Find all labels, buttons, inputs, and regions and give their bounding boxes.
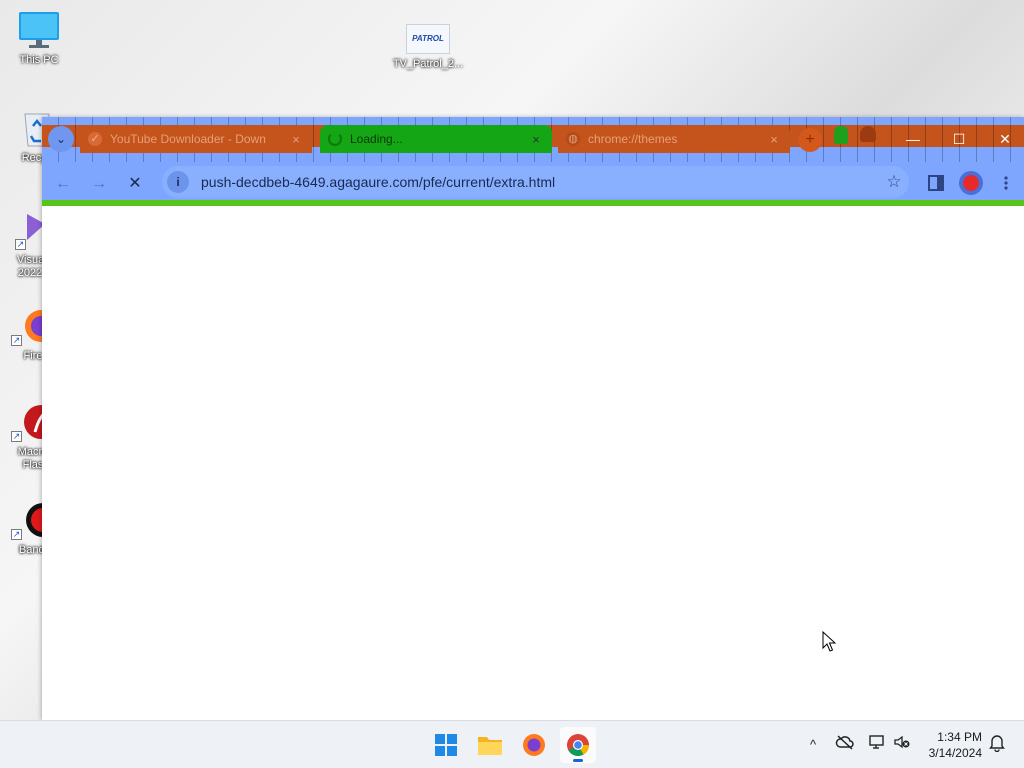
globe-icon: ◍ [566, 132, 580, 146]
youtube-downloader-favicon-icon: ✓ [88, 132, 102, 146]
volume-muted-icon[interactable] [891, 734, 913, 756]
firefox-icon [523, 734, 545, 756]
video-thumbnail-icon: PATROL [406, 24, 450, 54]
bookmark-star-icon[interactable]: ☆ [879, 172, 909, 192]
desktop-icon-label: This PC [19, 54, 59, 66]
url-text[interactable]: push-decdbeb-4649.agagaure.com/pfe/curre… [201, 174, 879, 190]
page-content-blank[interactable] [42, 206, 1024, 720]
taskbar-file-explorer[interactable] [472, 727, 508, 763]
theme-goomba-sprite [860, 126, 876, 142]
profile-avatar-icon[interactable] [958, 170, 984, 196]
chrome-menu-icon[interactable] [994, 170, 1014, 196]
shortcut-arrow-icon: ↗ [11, 529, 22, 540]
taskbar-firefox[interactable] [516, 727, 552, 763]
side-panel-icon[interactable] [923, 170, 949, 196]
notification-bell-icon[interactable] [986, 734, 1008, 756]
browser-toolbar: ← → ✕ i push-decdbeb-4649.agagaure.com/p… [42, 162, 1024, 206]
desktop-icon-tv-patrol[interactable]: PATROL TV_Patrol_2... [389, 24, 467, 71]
maximize-button[interactable]: ☐ [940, 125, 978, 153]
network-icon[interactable] [866, 734, 888, 756]
address-bar[interactable]: i push-decdbeb-4649.agagaure.com/pfe/cur… [162, 166, 909, 198]
tab-close-icon[interactable]: × [528, 132, 544, 147]
onedrive-offline-icon[interactable] [834, 734, 856, 756]
tab-title: YouTube Downloader - Down [110, 132, 266, 146]
shortcut-arrow-icon: ↗ [11, 431, 22, 442]
start-button[interactable] [428, 727, 464, 763]
tab-title: chrome://themes [588, 132, 678, 146]
mouse-cursor-icon [822, 631, 836, 652]
back-button[interactable]: ← [50, 171, 76, 197]
taskbar: ^ 1:34 PM 3/14/2024 [0, 720, 1024, 768]
tab-close-icon[interactable]: × [288, 132, 304, 147]
close-window-button[interactable]: ✕ [986, 125, 1024, 153]
minimize-button[interactable]: — [894, 125, 932, 153]
file-explorer-icon [478, 737, 502, 755]
stop-loading-button[interactable]: ✕ [122, 171, 148, 197]
desktop-icon-label: Fire [23, 350, 43, 362]
windows-start-icon [435, 734, 457, 756]
chrome-browser-window: ⌄ ✓ YouTube Downloader - Down × Loading.… [42, 117, 1024, 720]
show-hidden-icons-button[interactable]: ^ [802, 734, 824, 756]
tab-strip: ⌄ ✓ YouTube Downloader - Down × Loading.… [42, 117, 1024, 162]
tab-title: Loading... [350, 132, 403, 146]
tab-close-icon[interactable]: × [766, 132, 782, 147]
desktop-icon-label: TV_Patrol_2... [392, 58, 464, 70]
forward-button[interactable]: → [86, 171, 112, 197]
chrome-icon [567, 734, 589, 756]
monitor-icon [17, 10, 61, 50]
active-app-indicator [573, 759, 583, 762]
taskbar-chrome[interactable] [560, 727, 596, 763]
shortcut-arrow-icon: ↗ [11, 335, 22, 346]
tab-chrome-themes[interactable]: ◍ chrome://themes × [558, 125, 790, 153]
tab-youtube-downloader[interactable]: ✓ YouTube Downloader - Down × [80, 125, 312, 153]
tab-search-button[interactable]: ⌄ [48, 126, 74, 152]
clock-date: 3/14/2024 [928, 746, 982, 760]
loading-spinner-icon [328, 132, 342, 146]
site-info-icon[interactable]: i [167, 171, 189, 193]
clock-time: 1:34 PM [937, 730, 982, 744]
shortcut-arrow-icon: ↗ [15, 239, 26, 250]
tab-loading[interactable]: Loading... × [320, 125, 552, 153]
new-tab-button[interactable]: + [798, 128, 822, 152]
desktop-icon-this-pc[interactable]: This PC [0, 10, 78, 67]
theme-koopa-sprite [834, 126, 848, 144]
system-clock[interactable]: 1:34 PM 3/14/2024 [929, 729, 982, 761]
